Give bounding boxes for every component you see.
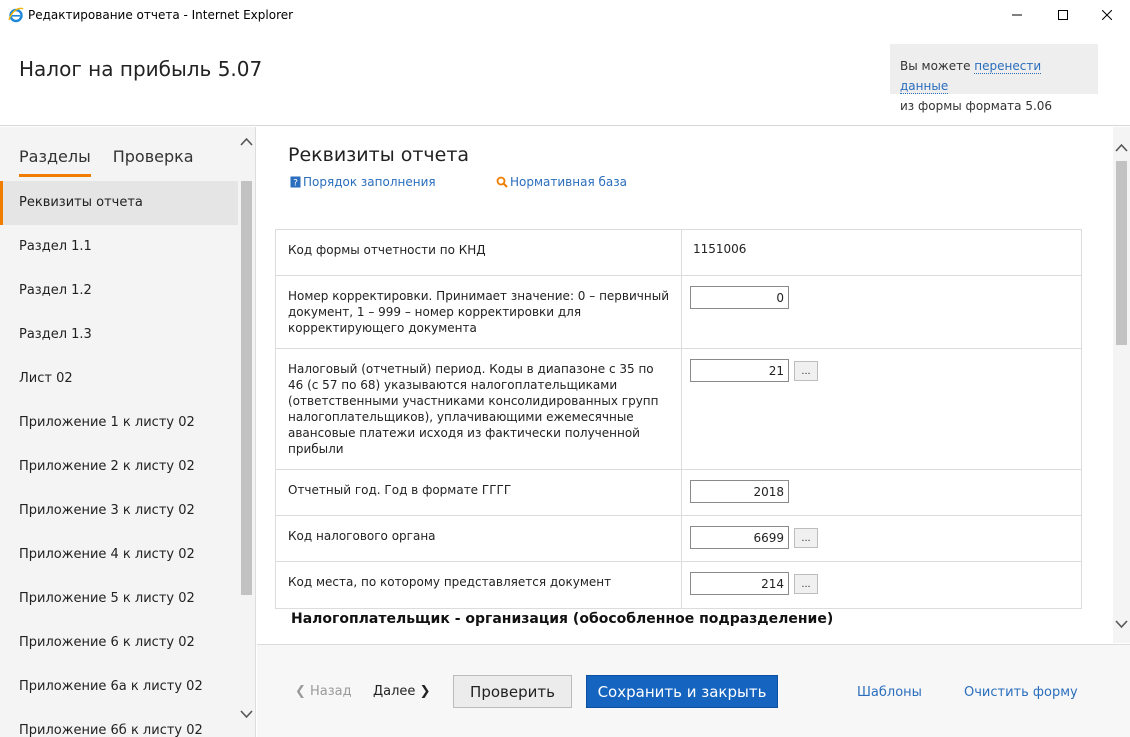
field-value-cell: ... xyxy=(681,348,1082,470)
tax-authority-picker-button[interactable]: ... xyxy=(794,527,818,548)
help-book-icon: ? xyxy=(290,176,301,188)
svg-text:?: ? xyxy=(293,179,298,189)
window-titlebar: Редактирование отчета - Internet Explore… xyxy=(0,0,1130,30)
table-row: Код налогового органа ... xyxy=(275,515,1082,562)
tab-sections[interactable]: Разделы xyxy=(19,147,91,177)
tax-authority-code-input[interactable] xyxy=(690,526,789,549)
taxpayer-subheading: Налогоплательщик - организация (обособле… xyxy=(291,611,834,627)
section-title: Реквизиты отчета xyxy=(288,144,470,166)
field-value-cell: 1151006 xyxy=(681,229,1082,276)
sidebar-item-appendix-2[interactable]: Приложение 2 к листу 02 xyxy=(0,445,238,489)
sidebar-item-appendix-5[interactable]: Приложение 5 к листу 02 xyxy=(0,577,238,621)
report-title: Налог на прибыль 5.07 xyxy=(19,57,263,81)
minimize-icon xyxy=(1012,14,1022,16)
field-value-cell: ... xyxy=(681,515,1082,562)
field-label-location: Код места, по которому представляется до… xyxy=(275,561,682,609)
chevron-right-icon: ❯ xyxy=(415,684,431,699)
content-scroll-thumb[interactable] xyxy=(1116,161,1127,345)
notice-suffix: из формы формата 5.06 xyxy=(900,99,1053,113)
sidebar-item-appendix-1[interactable]: Приложение 1 к листу 02 xyxy=(0,401,238,445)
report-details-table: Код формы отчетности по КНД 1151006 Номе… xyxy=(275,229,1082,609)
minimize-button[interactable] xyxy=(994,0,1040,30)
next-button[interactable]: Далее ❯ xyxy=(373,684,430,699)
tab-check[interactable]: Проверка xyxy=(113,147,194,177)
field-label-period: Налоговый (отчетный) период. Коды в диап… xyxy=(275,348,682,470)
next-label: Далее xyxy=(373,684,416,699)
table-row: Налоговый (отчетный) период. Коды в диап… xyxy=(275,348,1082,470)
migration-notice: Вы можете перенести данные из формы форм… xyxy=(890,44,1098,113)
table-row: Код формы отчетности по КНД 1151006 xyxy=(275,229,1082,276)
sidebar-item-section-1-1[interactable]: Раздел 1.1 xyxy=(0,225,238,269)
fill-order-label: Порядок заполнения xyxy=(303,175,436,189)
sidebar-scrollbar[interactable] xyxy=(238,127,255,737)
back-label: Назад xyxy=(310,684,352,699)
form-content: Реквизиты отчета ? Порядок заполнения Нор… xyxy=(257,127,1113,643)
report-year-input[interactable] xyxy=(690,480,789,503)
report-header: Налог на прибыль 5.07 Вы можете перенест… xyxy=(0,30,1130,126)
templates-link[interactable]: Шаблоны xyxy=(857,685,922,700)
sidebar-item-report-details[interactable]: Реквизиты отчета xyxy=(0,181,238,225)
location-code-input[interactable] xyxy=(690,572,789,595)
tax-period-input[interactable] xyxy=(690,359,789,382)
sidebar-item-appendix-6b[interactable]: Приложение 6б к листу 02 xyxy=(0,709,238,737)
close-icon xyxy=(1102,10,1112,20)
chevron-left-icon: ❮ xyxy=(295,684,311,699)
content-scrollbar[interactable] xyxy=(1113,127,1130,643)
maximize-button[interactable] xyxy=(1040,0,1086,30)
back-button[interactable]: ❮ Назад xyxy=(295,684,352,699)
table-row: Код места, по которому представляется до… xyxy=(275,561,1082,609)
table-row: Отчетный год. Год в формате ГГГГ xyxy=(275,469,1082,516)
check-button[interactable]: Проверить xyxy=(453,675,572,708)
sidebar-scroll-thumb[interactable] xyxy=(241,181,252,595)
sidebar-item-appendix-3[interactable]: Приложение 3 к листу 02 xyxy=(0,489,238,533)
scroll-up-icon[interactable] xyxy=(1115,141,1128,155)
sidebar-item-sheet-02[interactable]: Лист 02 xyxy=(0,357,238,401)
field-value-cell xyxy=(681,275,1082,349)
location-code-picker-button[interactable]: ... xyxy=(794,573,818,594)
search-icon xyxy=(496,176,508,188)
sidebar-item-appendix-6[interactable]: Приложение 6 к листу 02 xyxy=(0,621,238,665)
sidebar-item-section-1-3[interactable]: Раздел 1.3 xyxy=(0,313,238,357)
table-row: Номер корректировки. Принимает значение:… xyxy=(275,275,1082,349)
sections-sidebar: Разделы Проверка Реквизиты отчета Раздел… xyxy=(0,127,256,737)
sidebar-item-appendix-4[interactable]: Приложение 4 к листу 02 xyxy=(0,533,238,577)
field-label-correction: Номер корректировки. Принимает значение:… xyxy=(275,275,682,349)
action-footer: ❮ Назад Далее ❯ Проверить Сохранить и за… xyxy=(257,644,1130,737)
close-window-button[interactable] xyxy=(1084,0,1130,30)
field-label-year: Отчетный год. Год в формате ГГГГ xyxy=(275,469,682,516)
normative-base-link[interactable]: Нормативная база xyxy=(496,175,627,189)
field-label-knd: Код формы отчетности по КНД xyxy=(275,229,682,276)
window-title: Редактирование отчета - Internet Explore… xyxy=(28,8,294,22)
save-and-close-button[interactable]: Сохранить и закрыть xyxy=(586,675,778,708)
field-value-cell xyxy=(681,469,1082,516)
scroll-up-icon[interactable] xyxy=(240,135,253,149)
internet-explorer-icon xyxy=(8,7,24,23)
scroll-down-icon[interactable] xyxy=(1115,617,1128,631)
correction-number-input[interactable] xyxy=(690,286,789,309)
field-label-tax-authority: Код налогового органа xyxy=(275,515,682,562)
notice-prefix: Вы можете xyxy=(900,59,975,73)
sidebar-item-section-1-2[interactable]: Раздел 1.2 xyxy=(0,269,238,313)
sidebar-item-appendix-6a[interactable]: Приложение 6а к листу 02 xyxy=(0,665,238,709)
knd-code-value: 1151006 xyxy=(693,242,747,256)
maximize-icon xyxy=(1058,10,1068,20)
normative-base-label: Нормативная база xyxy=(510,175,627,189)
scroll-down-icon[interactable] xyxy=(240,707,253,721)
sidebar-tabs: Разделы Проверка xyxy=(19,147,194,177)
clear-form-link[interactable]: Очистить форму xyxy=(964,685,1078,700)
tax-period-picker-button[interactable]: ... xyxy=(794,360,818,381)
field-value-cell: ... xyxy=(681,561,1082,609)
section-list: Реквизиты отчета Раздел 1.1 Раздел 1.2 Р… xyxy=(0,181,238,737)
fill-order-link[interactable]: ? Порядок заполнения xyxy=(290,175,436,189)
